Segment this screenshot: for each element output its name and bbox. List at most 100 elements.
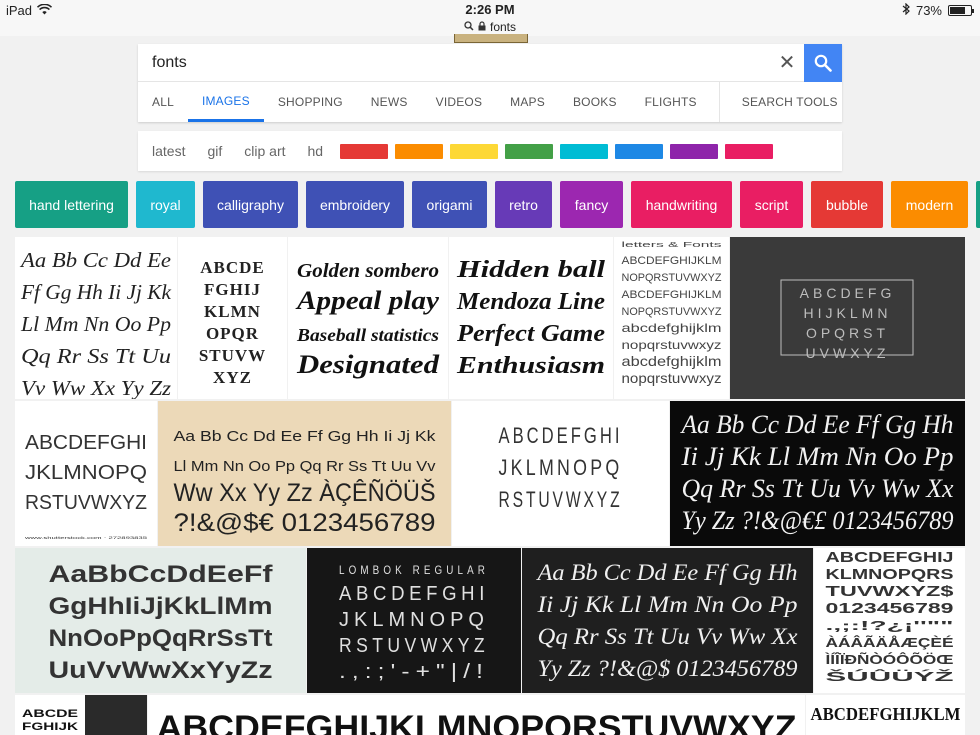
color-swatch[interactable]: [670, 143, 719, 159]
thumbnail-text: FGHIJ: [204, 280, 261, 299]
color-swatch[interactable]: [560, 143, 609, 159]
thumbnail-art: letters & Fonts ABCDEFGHIJKLM NOPQRSTUVWXY…: [622, 242, 723, 386]
tab-books[interactable]: BOOKS: [559, 82, 631, 122]
image-result-17[interactable]: ABCDEFGHIJKLMNOPQRSTUVWXYZ: [148, 695, 805, 735]
thumbnail-text: RSTUVWXYZ: [499, 487, 623, 512]
chip-handwriting[interactable]: handwriting: [631, 181, 732, 228]
image-result-3[interactable]: Golden sombero Appeal play Baseball statis…: [288, 237, 448, 399]
chip-modern[interactable]: modern: [891, 181, 968, 228]
tab-videos[interactable]: VIDEOS: [422, 82, 497, 122]
thumbnail-text: abcdefghijklm: [622, 321, 722, 335]
filter-latest[interactable]: latest: [138, 143, 185, 159]
battery-icon: [948, 5, 974, 16]
color-swatch[interactable]: [780, 143, 819, 159]
search-input[interactable]: [138, 44, 804, 82]
image-result-4[interactable]: Hidden ball Mendoza Line Perfect Game Enthu…: [449, 237, 613, 399]
chip-origami[interactable]: origami: [412, 181, 487, 228]
color-swatch[interactable]: [505, 143, 554, 159]
image-result-13[interactable]: Aa Bb Cc Dd Ee Ff Gg Hh Ii Jj Kk Ll Mm Nn…: [522, 548, 813, 693]
thumbnail-text: KLMNOPQRS: [826, 566, 954, 583]
chip-hand-lettering[interactable]: hand lettering: [15, 181, 128, 228]
thumbnail-art: ABCDEFGHIJK: [22, 708, 78, 733]
filter-hd[interactable]: hd: [294, 143, 324, 159]
tab-thumbnail[interactable]: [454, 34, 528, 43]
thumbnail-art: ABCDEFG HIJKLMN OPQRST UVWXYZ: [780, 279, 914, 361]
thumbnail-text: Ww Xx Yy Zz ÀÇÊÑÖÜŠ: [174, 478, 436, 507]
filter-clip-art[interactable]: clip art: [230, 143, 285, 159]
thumbnail-text: Ii Jj Kk Ll Mm Nn Oo Pp: [536, 592, 797, 617]
tab-all[interactable]: ALL: [138, 82, 188, 122]
tab-news[interactable]: NEWS: [357, 82, 422, 122]
image-result-14[interactable]: ABCDEFGHIJ KLMNOPQRS TUVWXYZ$ 0123456789.,;…: [814, 548, 965, 693]
chip-fancy[interactable]: fancy: [560, 181, 623, 228]
chip-bubble[interactable]: bubble: [811, 181, 883, 228]
thumbnail-text: HIJKLMN: [804, 305, 892, 321]
image-result-15[interactable]: ABCDE FGHIJK: [15, 695, 85, 735]
thumbnail-art: ABCDEFGHIJKLM: [811, 704, 961, 724]
thumbnail-art: Aa Bb Cc Dd Ee Ff Gg Hh Ii Jj Kk Ll Mm Nn…: [535, 560, 799, 681]
thumbnail-text: Aa Bb Cc Dd Ee Ff Gg Hh: [535, 560, 797, 585]
tab-search-tools[interactable]: SEARCH TOOLS: [718, 82, 860, 122]
thumbnail-text: Ff Gg Hh Ii Jj Kk: [20, 280, 172, 304]
thumbnail-text: Aa Bb Cc Dd Ee Ff Gg Hh Ii Jj Kk: [174, 428, 437, 445]
thumbnail-art: LOMBOK REGULAR ABCDEFGHI JKLMNOPQ RSTUVWXYZ…: [339, 563, 484, 683]
chip-royal[interactable]: royal: [136, 181, 195, 228]
thumbnail-text: Hidden ball: [456, 257, 606, 283]
tab-images[interactable]: IMAGES: [187, 82, 264, 122]
search-small-icon: [464, 20, 474, 34]
tab-maps[interactable]: MAPS: [496, 82, 559, 122]
chip-script[interactable]: script: [740, 181, 803, 228]
image-result-2[interactable]: ABCDE FGHIJ KLMN OPQR STUVW XYZ: [178, 237, 287, 399]
image-result-9[interactable]: ABCDEFGHI JKLMNOPQ RSTUVWXYZ: [452, 401, 669, 546]
image-result-16[interactable]: [85, 695, 147, 735]
thumbnail-text: XYZ: [213, 368, 252, 387]
thumbnail-text: Yy Zz ?!&@$ 0123456789: [538, 656, 799, 681]
thumbnail-text: Enthusiasm: [456, 353, 605, 379]
thumbnail-text: AaBbCcDdEeFf: [49, 561, 274, 588]
related-search-chips: hand lettering royal calligraphy embroidery…: [15, 181, 980, 228]
search-button[interactable]: [804, 44, 842, 82]
thumbnail-text: Qq Rr Ss Tt Uu Vv Ww Xx: [682, 474, 954, 503]
color-swatch[interactable]: [395, 143, 444, 159]
thumbnail-text: Ii Jj Kk Ll Mm Nn Oo Pp: [680, 442, 953, 471]
thumbnail-text: Aa Bb Cc Dd Ee Ff Gg Hh: [680, 410, 954, 439]
thumbnail-text: Qq Rr Ss Tt Uu: [21, 344, 171, 368]
thumbnail-text: NOPQRSTUVWXYZ: [622, 306, 722, 318]
search-card: ✕ ALL IMAGES SHOPPING NEWS VIDEOS MAPS B…: [138, 44, 842, 122]
thumbnail-text: ABCDEFGHIJKLM: [622, 289, 722, 301]
thumbnail-text: Mendoza Line: [456, 289, 605, 315]
image-result-18[interactable]: ABCDEFGHIJKLM: [806, 695, 965, 735]
clear-icon[interactable]: ✕: [776, 52, 798, 74]
thumbnail-text: www.shutterstock.com · 272893835: [25, 535, 148, 540]
color-swatch[interactable]: [615, 143, 664, 159]
image-result-7[interactable]: ABCDEFGHI JKLMNOPQ RSTUVWXYZ www.shuttersto…: [15, 401, 157, 546]
chip-partial[interactable]: [976, 181, 980, 228]
thumbnail-text: Baseball statistics: [296, 325, 439, 345]
thumbnail-text: .,;:!?¿¡''"": [826, 618, 954, 633]
tab-flights[interactable]: FLIGHTS: [631, 82, 711, 122]
filter-gif[interactable]: gif: [193, 143, 222, 159]
image-result-11[interactable]: AaBbCcDdEeFf GgHhIiJjKkLlMm NnOoPpQqRrSsTt…: [15, 548, 306, 693]
thumbnail-text: KLMN: [204, 302, 261, 321]
color-swatch[interactable]: [725, 143, 774, 159]
color-swatch[interactable]: [450, 143, 499, 159]
tab-shopping[interactable]: SHOPPING: [264, 82, 357, 122]
thumbnail-art: ABCDEFGHIJKLMNOPQRSTUVWXYZ$0123456789.,;…: [824, 549, 954, 684]
thumbnail-text: OPQRST: [806, 325, 889, 341]
chip-retro[interactable]: retro: [495, 181, 552, 228]
image-result-5[interactable]: letters & Fonts ABCDEFGHIJKLM NOPQRSTUVWXY…: [614, 237, 729, 399]
chip-calligraphy[interactable]: calligraphy: [203, 181, 298, 228]
thumbnail-text: Qq Rr Ss Tt Uu Vv Ww Xx: [538, 624, 799, 649]
thumbnail-text: OPQR: [206, 324, 259, 343]
image-result-8[interactable]: Aa Bb Cc Dd Ee Ff Gg Hh Ii Jj Kk Ll Mm Nn…: [158, 401, 451, 546]
chip-embroidery[interactable]: embroidery: [306, 181, 404, 228]
thumbnail-text: Golden sombero: [297, 260, 439, 282]
search-tabs: ALL IMAGES SHOPPING NEWS VIDEOS MAPS BOO…: [138, 82, 842, 122]
image-result-6[interactable]: ABCDEFG HIJKLMN OPQRST UVWXYZ: [730, 237, 965, 399]
color-swatch[interactable]: [340, 143, 389, 159]
thumbnail-text: GgHhIiJjKkLlMm: [49, 593, 273, 620]
thumbnail-text: ABCDEFGHIJKLMNOPQRSTUVWXYZ: [157, 709, 797, 735]
image-result-10[interactable]: Aa Bb Cc Dd Ee Ff Gg Hh Ii Jj Kk Ll Mm Nn…: [670, 401, 965, 546]
image-result-12[interactable]: LOMBOK REGULAR ABCDEFGHI JKLMNOPQ RSTUVWXYZ…: [307, 548, 521, 693]
image-result-1[interactable]: Aa Bb Cc Dd Ee Ff Gg Hh Ii Jj Kk Ll Mm Nn …: [15, 237, 177, 399]
